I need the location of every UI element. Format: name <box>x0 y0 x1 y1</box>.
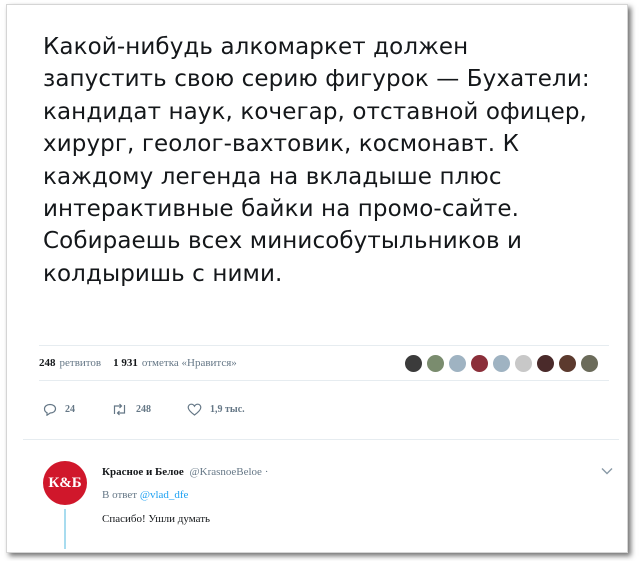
in-reply-handle[interactable]: @vlad_dfe <box>140 489 189 501</box>
retweet-count: 248 <box>136 404 151 415</box>
tweet-line: хирург, геолог-вахтовик, космонавт. К <box>43 131 520 158</box>
tweet-line: каждому легенда на вкладыше плюс <box>43 163 502 190</box>
retweets-count: 248 <box>39 357 56 369</box>
avatar-logo-text: К&Б <box>48 474 82 491</box>
tweet-line: запустить свою серию фигурок — Бухатели: <box>43 66 590 93</box>
liker-avatar[interactable] <box>536 353 555 373</box>
chevron-down-icon[interactable] <box>601 467 613 475</box>
liker-avatar[interactable] <box>492 353 511 373</box>
thread-line <box>64 509 66 549</box>
in-reply-prefix: В ответ <box>102 489 138 501</box>
liker-avatar[interactable] <box>426 353 445 373</box>
likes-count: 1 931 <box>113 357 138 369</box>
liker-avatar[interactable] <box>470 353 489 373</box>
in-reply-to: В ответ @vlad_dfe <box>102 489 188 501</box>
tweet-card: Какой-нибудь алкомаркет должен запустить… <box>6 4 628 553</box>
heart-icon <box>187 403 202 416</box>
like-count: 1,9 тыс. <box>210 404 245 415</box>
tweet-line: колдыришь с ними. <box>43 260 283 287</box>
engagement-stats: 248 ретвитов 1 931 отметка «Нравится» <box>39 345 609 381</box>
liker-avatar[interactable] <box>448 353 467 373</box>
reply-button[interactable]: 24 <box>43 403 75 416</box>
likes-label: отметка «Нравится» <box>141 357 237 369</box>
tweet-text: Какой-нибудь алкомаркет должен запустить… <box>43 31 618 290</box>
liker-avatar[interactable] <box>580 353 599 373</box>
reply-text: Спасибо! Ушли думать <box>102 513 211 525</box>
reply-avatar[interactable]: К&Б <box>43 461 87 505</box>
liker-avatar[interactable] <box>514 353 533 373</box>
reply-header: Красное и Белое @KrasnoeBeloe · <box>102 466 268 478</box>
tweet-line: кандидат наук, кочегар, отставной офицер… <box>43 98 587 125</box>
divider <box>23 439 619 440</box>
tweet-actions: 24 248 1,9 тыс. <box>43 403 281 416</box>
retweets-label: ретвитов <box>59 357 102 369</box>
retweets-stat[interactable]: 248 ретвитов <box>39 357 101 369</box>
reply-author-name[interactable]: Красное и Белое <box>102 466 184 478</box>
liker-avatar[interactable] <box>404 353 423 373</box>
like-button[interactable]: 1,9 тыс. <box>187 403 245 416</box>
separator-dot: · <box>264 466 269 478</box>
reply-author-handle[interactable]: @KrasnoeBeloe <box>190 466 262 478</box>
reply-icon <box>43 403 57 416</box>
retweet-icon <box>113 403 126 416</box>
tweet-line: интерактивные байки на промо-сайте. <box>43 196 519 223</box>
reply-count: 24 <box>65 404 75 415</box>
likes-stat[interactable]: 1 931 отметка «Нравится» <box>113 357 237 369</box>
liker-avatar[interactable] <box>558 353 577 373</box>
liker-avatars <box>404 353 599 373</box>
tweet-line: Какой-нибудь алкомаркет должен <box>43 34 469 60</box>
retweet-button[interactable]: 248 <box>111 403 151 416</box>
tweet-line: Собираешь всех минисобутыльников и <box>43 228 523 255</box>
